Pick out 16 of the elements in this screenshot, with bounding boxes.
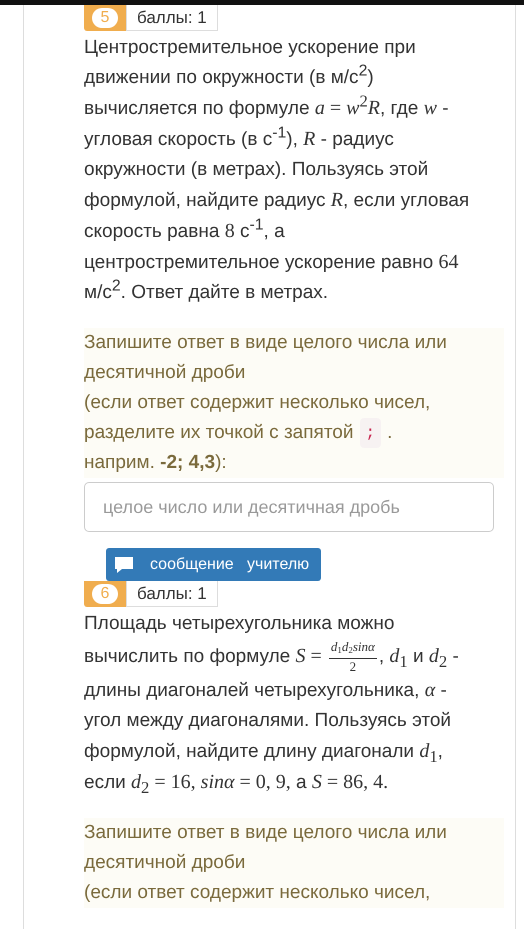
hint-note: (если ответ содержит несколько чисел, — [84, 881, 432, 905]
hint-text: Запишите ответ в виде целого числа или десятичной дроби — [84, 821, 448, 875]
question-number-badge: 5 — [84, 5, 126, 31]
code-chip: ; — [360, 418, 382, 448]
points-label: баллы: 1 — [126, 5, 218, 31]
points-label: баллы: 1 — [126, 581, 218, 607]
hint-example: наприм. -2; 4,3): — [84, 451, 228, 475]
hint-note: (если ответ содержит несколько чисел, — [84, 391, 432, 415]
message-teacher-button[interactable]: сообщение учителю — [106, 548, 322, 581]
question-number-badge: 6 — [84, 581, 126, 607]
hint-note: разделите их точкой с запятой — [84, 421, 354, 445]
answer-field[interactable]: целое число или десятичная дробь — [84, 482, 494, 532]
question-text: Центростремительное ускорение при движении по окружности (в м/с$^{2}$) вычисляется по формуле a = w$^{2}$R, где w - угловая скорость (в с$^{-1}$), R - радиус окружности (в метрах). Пользуясь этой формулой, найдите радиус R, если угловая скорость равна 8 с$^{-1}$, а центростремительное ускорение равно 64 м/с$^{2}$. Ответ дайте в метрах. — [84, 36, 470, 305]
hint-note: . — [387, 421, 392, 445]
speech-bubble-icon — [114, 556, 134, 574]
hint-text: Запишите ответ в виде целого числа или десятичной дроби — [84, 331, 448, 385]
